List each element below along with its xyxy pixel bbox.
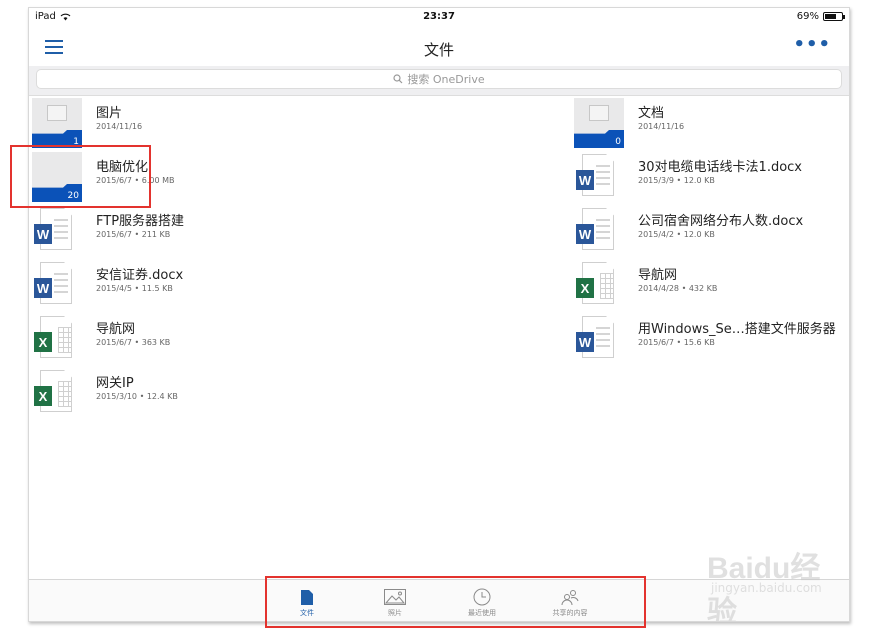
folder-item[interactable]: 1 图片 2014/11/16 xyxy=(32,98,412,148)
item-meta: 2015/3/10 • 12.4 KB xyxy=(96,392,178,401)
tab-label: 照片 xyxy=(388,609,402,617)
app-window: iPad 23:37 69% 文件 ••• 搜索 OneDrive 1 图片 201… xyxy=(28,7,850,622)
tab-shared[interactable]: 共享的内容 xyxy=(535,588,605,618)
tab-label: 文件 xyxy=(300,609,314,617)
word-doc-icon: W xyxy=(32,206,82,256)
battery-percent: 69% xyxy=(796,11,819,22)
word-doc-icon: W xyxy=(32,260,82,310)
item-meta: 2015/6/7 • 363 KB xyxy=(96,338,171,347)
people-icon xyxy=(561,590,579,605)
photo-icon xyxy=(384,589,406,605)
item-name: 导航网 xyxy=(638,268,678,283)
file-item[interactable]: X 网关IP 2015/3/10 • 12.4 KB xyxy=(32,368,412,418)
word-doc-icon: W xyxy=(574,152,624,202)
item-meta: 2014/11/16 xyxy=(96,122,143,131)
item-meta: 2015/4/5 • 11.5 KB xyxy=(96,284,173,293)
item-meta: 2015/6/7 • 15.6 KB xyxy=(638,338,715,347)
baidu-watermark: Baidu经验 jingyan.baidu.com xyxy=(707,552,822,622)
documents-folder-icon: 0 xyxy=(574,98,624,148)
item-name: 图片 xyxy=(96,106,123,121)
word-doc-icon: W xyxy=(574,206,624,256)
nav-bar: 文件 ••• xyxy=(29,26,849,66)
status-time: 23:37 xyxy=(423,11,455,22)
item-name: 安信证券.docx xyxy=(96,268,184,283)
item-name: 电脑优化 xyxy=(96,160,149,175)
file-item[interactable]: X 导航网 2014/4/28 • 432 KB xyxy=(574,260,849,310)
excel-doc-icon: X xyxy=(32,368,82,418)
item-meta: 2014/4/28 • 432 KB xyxy=(638,284,718,293)
item-meta: 2015/4/2 • 12.0 KB xyxy=(638,230,715,239)
battery-icon xyxy=(823,12,845,21)
search-input[interactable]: 搜索 OneDrive xyxy=(36,69,842,89)
more-options-icon[interactable]: ••• xyxy=(793,36,831,54)
file-item[interactable]: X 导航网 2015/6/7 • 363 KB xyxy=(32,314,412,364)
tab-label: 最近使用 xyxy=(468,609,496,617)
search-bar-container: 搜索 OneDrive xyxy=(29,66,849,96)
folder-count: 1 xyxy=(73,137,79,147)
item-meta: 2015/6/7 • 211 KB xyxy=(96,230,171,239)
folder-item[interactable]: 0 文档 2014/11/16 xyxy=(574,98,849,148)
item-name: 文档 xyxy=(638,106,665,121)
item-name: 30对电缆电话线卡法1.docx xyxy=(638,160,802,175)
file-item[interactable]: W 用Windows_Se…搭建文件服务器 2015/6/7 • 15.6 KB xyxy=(574,314,849,364)
page-title: 文件 xyxy=(423,41,454,59)
excel-doc-icon: X xyxy=(574,260,624,310)
item-name: FTP服务器搭建 xyxy=(96,214,185,229)
item-meta: 2014/11/16 xyxy=(638,122,685,131)
folder-icon: 20 xyxy=(32,152,82,202)
tab-label: 共享的内容 xyxy=(552,609,588,617)
item-name: 网关IP xyxy=(96,376,134,391)
folder-item[interactable]: 20 电脑优化 2015/6/7 • 6.00 MB xyxy=(32,152,412,202)
item-meta: 2015/3/9 • 12.0 KB xyxy=(638,176,715,185)
file-item[interactable]: W 公司宿舍网络分布人数.docx 2015/4/2 • 12.0 KB xyxy=(574,206,849,256)
folder-count: 0 xyxy=(615,137,621,147)
file-item[interactable]: W 30对电缆电话线卡法1.docx 2015/3/9 • 12.0 KB xyxy=(574,152,849,202)
search-icon xyxy=(393,74,403,84)
file-item[interactable]: W 安信证券.docx 2015/4/5 • 11.5 KB xyxy=(32,260,412,310)
item-name: 导航网 xyxy=(96,322,136,337)
item-name: 公司宿舍网络分布人数.docx xyxy=(638,214,804,229)
photos-folder-icon: 1 xyxy=(32,98,82,148)
file-item[interactable]: W FTP服务器搭建 2015/6/7 • 211 KB xyxy=(32,206,412,256)
status-bar: iPad 23:37 69% xyxy=(29,8,849,26)
tab-files[interactable]: 文件 xyxy=(272,588,342,618)
search-placeholder: 搜索 OneDrive xyxy=(407,73,485,86)
word-doc-icon: W xyxy=(574,314,624,364)
file-icon xyxy=(301,589,313,605)
excel-doc-icon: X xyxy=(32,314,82,364)
item-name: 用Windows_Se…搭建文件服务器 xyxy=(638,322,836,337)
tab-photos[interactable]: 照片 xyxy=(360,588,430,618)
item-meta: 2015/6/7 • 6.00 MB xyxy=(96,176,175,185)
folder-count: 20 xyxy=(67,191,79,201)
clock-icon xyxy=(473,588,491,606)
tab-recent[interactable]: 最近使用 xyxy=(447,588,517,618)
